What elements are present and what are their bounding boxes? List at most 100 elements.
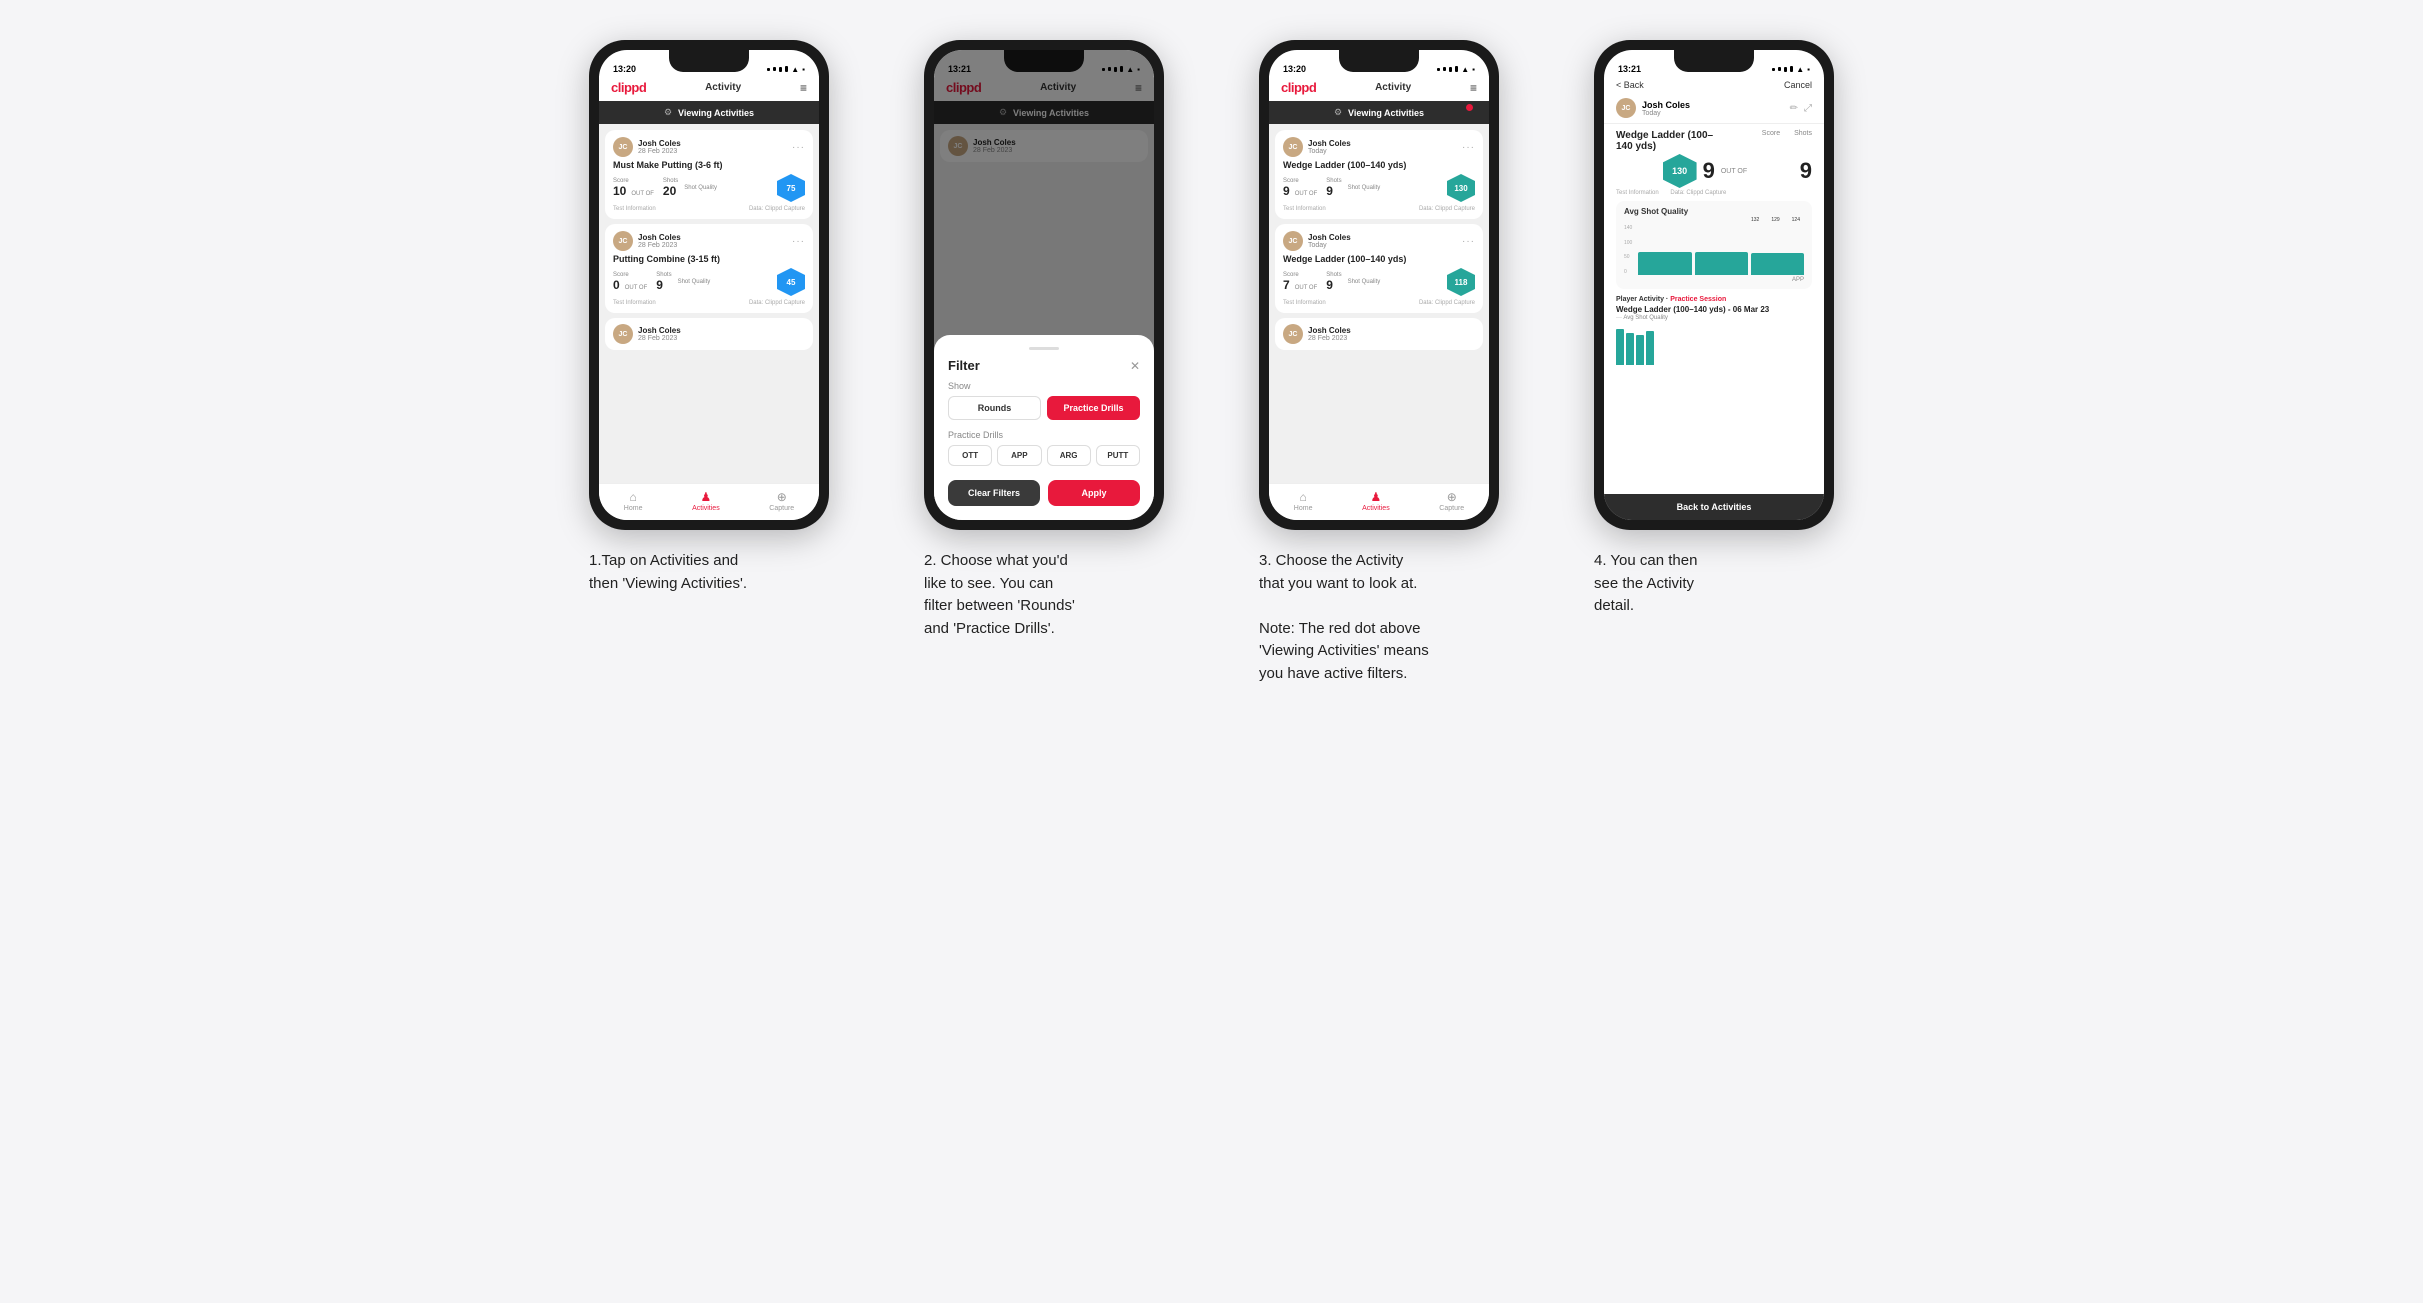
edit-icon-4[interactable]: ✏ — [1790, 103, 1798, 114]
detail-player-text-4: Josh Coles Today — [1642, 100, 1690, 117]
session-info-4: Player Activity · Practice Session Wedge… — [1616, 294, 1812, 365]
player-name-1-1: Josh Coles — [638, 139, 681, 148]
cancel-btn-4[interactable]: Cancel — [1784, 80, 1812, 90]
score-val-1-1: 10 — [613, 184, 626, 198]
wifi-icon-1: ▲ — [791, 65, 799, 74]
activity-card-1-2[interactable]: JC Josh Coles 28 Feb 2023 ··· Putting Co… — [605, 224, 813, 313]
partial-card-1: JC Josh Coles 28 Feb 2023 — [605, 318, 813, 350]
player-date-1-1: 28 Feb 2023 — [638, 148, 681, 155]
player-date-3-1: Today — [1308, 148, 1351, 155]
signal-bar-3-3 — [1449, 67, 1452, 72]
activity-card-3-2[interactable]: JC Josh Coles Today ··· Wedge Ladder (10… — [1275, 224, 1483, 313]
apply-btn-2[interactable]: Apply — [1048, 480, 1140, 506]
signal-bar-4-1 — [1772, 68, 1775, 71]
card-dots-1-2[interactable]: ··· — [792, 236, 805, 247]
card-dots-1-1[interactable]: ··· — [792, 142, 805, 153]
bottom-nav-3: ⌂ Home ♟ Activities ⊕ Capture — [1269, 483, 1489, 520]
nav-activities-3[interactable]: ♟ Activities — [1362, 490, 1390, 512]
menu-icon-1[interactable]: ≡ — [800, 81, 807, 95]
detail-player-info-4: JC Josh Coles Today — [1616, 98, 1690, 118]
card-header-1-1: JC Josh Coles 28 Feb 2023 ··· — [613, 137, 805, 157]
bottom-nav-1: ⌂ Home ♟ Activities ⊕ Capture — [599, 483, 819, 520]
viewing-bar-1[interactable]: ⚙ Viewing Activities — [599, 101, 819, 124]
filter-icon-3: ⚙ — [1334, 107, 1342, 118]
rounds-btn-2[interactable]: Rounds — [948, 396, 1041, 420]
activities-label-1: Activities — [692, 505, 720, 512]
info-row-1-2: Test Information Data: Clippd Capture — [613, 300, 805, 306]
stat-sq-3-1: Shot Quality — [1348, 185, 1381, 191]
activity-title-3-1: Wedge Ladder (100–140 yds) — [1283, 160, 1475, 170]
mini-bar-3 — [1636, 335, 1644, 365]
step-4-col: 13:21 ▲ ▪ < Back Cancel — [1567, 40, 1862, 685]
status-icons-4: ▲ ▪ — [1772, 65, 1810, 74]
chart-area-4: 140 100 50 0 — [1624, 220, 1804, 275]
drill-putt-2[interactable]: PUTT — [1096, 445, 1140, 466]
activity-card-1-1[interactable]: JC Josh Coles 28 Feb 2023 ··· Must Make … — [605, 130, 813, 219]
drill-ott-2[interactable]: OTT — [948, 445, 992, 466]
home-label-1: Home — [624, 505, 643, 512]
clear-filters-btn-2[interactable]: Clear Filters — [948, 480, 1040, 506]
score-val-3-2: 7 — [1283, 278, 1290, 292]
y-axis-4: 140 100 50 0 — [1624, 225, 1632, 275]
app-label-4: APP — [1792, 277, 1804, 283]
detail-title-row-4: Wedge Ladder (100–140 yds) Score Shots — [1616, 130, 1812, 152]
phone-3-notch — [1339, 50, 1419, 72]
activity-title-1-2: Putting Combine (3-15 ft) — [613, 254, 805, 264]
stat-shots-1-1: Shots 20 — [663, 178, 678, 198]
step-2-desc: 2. Choose what you'd like to see. You ca… — [924, 550, 1164, 640]
step-2-col: 13:21 ▲ ▪ clippd Activity ≡ — [897, 40, 1192, 685]
activity-list-3: JC Josh Coles Today ··· Wedge Ladder (10… — [1269, 124, 1489, 483]
activity-card-3-1[interactable]: JC Josh Coles Today ··· Wedge Ladder (10… — [1275, 130, 1483, 219]
mini-bar-4 — [1646, 331, 1654, 365]
card-dots-3-1[interactable]: ··· — [1462, 142, 1475, 153]
sq-label-3-2: Shot Quality — [1348, 279, 1381, 285]
phone-3-inner: 13:20 ▲ ▪ clippd Activity ≡ — [1269, 50, 1489, 520]
menu-icon-3[interactable]: ≡ — [1470, 81, 1477, 95]
player-name-3-2: Josh Coles — [1308, 233, 1351, 242]
time-3: 13:20 — [1283, 64, 1306, 74]
session-activity-4: Wedge Ladder (100–140 yds) - 06 Mar 23 — [1616, 305, 1812, 314]
logo-1: clippd — [611, 80, 646, 95]
drill-app-2[interactable]: APP — [997, 445, 1041, 466]
activities-label-3: Activities — [1362, 505, 1390, 512]
drill-arg-2[interactable]: ARG — [1047, 445, 1091, 466]
detail-player-row-4: JC Josh Coles Today ✏ ⤢ — [1604, 94, 1824, 124]
step-3-col: 13:20 ▲ ▪ clippd Activity ≡ — [1232, 40, 1527, 685]
test-info-3-1: Test Information — [1283, 206, 1326, 212]
session-prefix-4: Player Activity · Practice Session — [1616, 296, 1812, 303]
data-source-3-2: Data: Clippd Capture — [1419, 300, 1475, 306]
capture-icon-3: ⊕ — [1447, 490, 1457, 504]
back-to-activities-4[interactable]: Back to Activities — [1604, 494, 1824, 520]
back-btn-4[interactable]: < Back — [1616, 80, 1644, 90]
filter-icon-1: ⚙ — [664, 107, 672, 118]
stat-shots-3-1: Shots 9 — [1326, 178, 1341, 198]
score-label-4: Score — [1762, 130, 1780, 137]
detail-activity-title-4: Wedge Ladder (100–140 yds) — [1616, 130, 1716, 152]
detail-player-date-4: Today — [1642, 110, 1690, 117]
score-row-1-1: 10 OUT OF — [613, 184, 657, 198]
capture-label-1: Capture — [769, 505, 794, 512]
nav-home-3[interactable]: ⌂ Home — [1294, 490, 1313, 512]
test-info-1-2: Test Information — [613, 300, 656, 306]
player-info-1-3: Josh Coles 28 Feb 2023 — [638, 326, 681, 342]
stats-row-1-1: Score 10 OUT OF Shots 20 — [613, 174, 805, 202]
card-dots-3-2[interactable]: ··· — [1462, 236, 1475, 247]
activities-icon-3: ♟ — [1371, 490, 1382, 504]
detail-score-4: 9 — [1703, 158, 1715, 184]
stat-score-3-1: Score 9 OUT OF — [1283, 178, 1320, 198]
info-row-3-1: Test Information Data: Clippd Capture — [1283, 206, 1475, 212]
step-1-desc: 1.Tap on Activities and then 'Viewing Ac… — [589, 550, 829, 595]
bar-1-4 — [1638, 252, 1691, 276]
nav-capture-3[interactable]: ⊕ Capture — [1439, 490, 1464, 512]
data-source-3-1: Data: Clippd Capture — [1419, 206, 1475, 212]
viewing-bar-3[interactable]: ⚙ Viewing Activities — [1269, 101, 1489, 124]
data-capture-text-4: Data: Clippd Capture — [1670, 190, 1726, 196]
nav-activities-1[interactable]: ♟ Activities — [692, 490, 720, 512]
close-btn-2[interactable]: ✕ — [1130, 359, 1140, 373]
practice-drills-btn-2[interactable]: Practice Drills — [1047, 396, 1140, 420]
nav-home-1[interactable]: ⌂ Home — [624, 490, 643, 512]
app-header-3: clippd Activity ≡ — [1269, 76, 1489, 101]
nav-capture-1[interactable]: ⊕ Capture — [769, 490, 794, 512]
expand-icon-4[interactable]: ⤢ — [1804, 103, 1812, 114]
sq-badge-1-1: 75 — [777, 174, 805, 202]
